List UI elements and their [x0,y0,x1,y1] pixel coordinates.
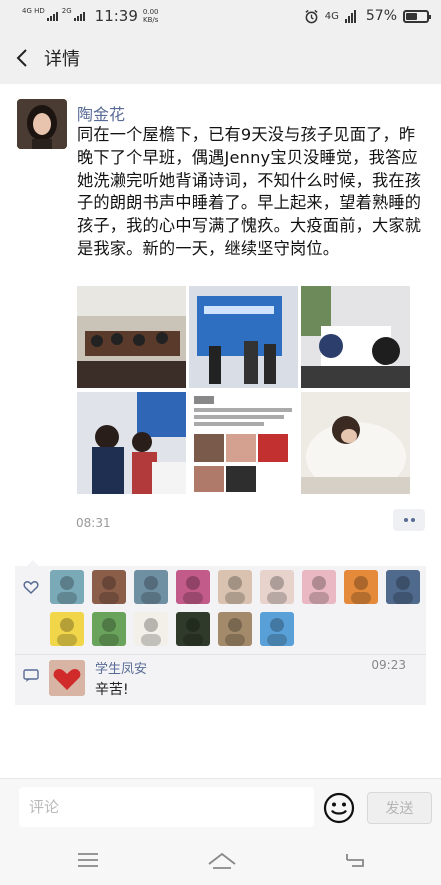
photo-2[interactable] [189,286,298,388]
smiley-face-icon[interactable] [323,792,355,824]
alarm-clock-icon [305,9,318,23]
network-speed-unit: KB/s [142,16,159,24]
photo-grid [77,286,410,494]
comment-time: 09:23 [371,658,406,672]
liker-avatar[interactable] [92,612,126,646]
divider [15,654,426,655]
liker-avatar[interactable] [134,612,168,646]
author-name[interactable]: 陶金花 [77,101,125,125]
post-time: 08:31 [76,516,111,530]
liker-avatar[interactable] [134,570,168,604]
system-nav-bar [0,836,441,885]
battery-icon [403,9,431,23]
commenter-avatar[interactable] [49,660,85,696]
liker-avatar[interactable] [50,570,84,604]
photo-5[interactable] [189,392,298,494]
send-button[interactable]: 发送 [367,792,432,824]
more-dots-icon [403,518,408,522]
comment-bubble-icon [23,669,39,682]
liker-avatar[interactable] [176,612,210,646]
likes-comments-panel: 学生凤安 09:23 辛苦! [15,560,426,705]
heart-outline-icon [23,581,39,595]
comment-input-bar: 发送 [0,778,441,836]
home-icon[interactable] [207,850,237,870]
network-speed: 0.00 KB/s [143,8,159,24]
author-avatar[interactable] [17,99,67,149]
more-dots-icon [410,518,415,522]
status-bar: 4G HD 2G 11:39 0.00 KB/s 4G 57% [0,0,441,32]
network-label-2: 2G [61,6,72,15]
photo-4[interactable] [77,392,186,494]
network-label: 4G HD [22,6,45,15]
page-title: 详情 [44,49,80,70]
liker-avatar[interactable] [260,612,294,646]
commenter-name[interactable]: 学生凤安 [95,658,147,677]
comment-text: 辛苦! [95,682,129,698]
post-text: 同在一个屋檐下，已有9天没与孩子见面了，昨晚下了个早班，偶遇Jenny宝贝没睡觉… [77,125,422,258]
liker-avatar[interactable] [386,570,420,604]
liker-avatar[interactable] [92,570,126,604]
photo-6[interactable] [301,392,410,494]
liker-avatar[interactable] [176,570,210,604]
comment-input[interactable] [19,787,314,827]
signal-icon [46,11,58,21]
battery-percent: 57% [365,8,397,24]
liker-avatar[interactable] [344,570,378,604]
liker-avatar[interactable] [302,570,336,604]
liker-avatar[interactable] [218,570,252,604]
signal-icon-2 [73,11,85,21]
liker-avatar[interactable] [218,612,252,646]
back-arrow-icon[interactable] [343,850,369,870]
more-actions-button[interactable] [393,509,425,531]
back-button[interactable] [0,32,44,84]
photo-1[interactable] [77,286,186,388]
liker-avatar[interactable] [50,612,84,646]
signal-icon-3 [344,9,356,23]
liker-avatar[interactable] [260,570,294,604]
network-type: 4G [324,10,339,22]
header: 详情 [0,32,441,84]
photo-3[interactable] [301,286,410,388]
network-speed-value: 0.00 [142,8,159,16]
chevron-left-icon [16,49,27,67]
clock: 11:39 [94,7,138,25]
menu-lines-icon[interactable] [75,850,101,870]
battery-level [406,12,418,20]
